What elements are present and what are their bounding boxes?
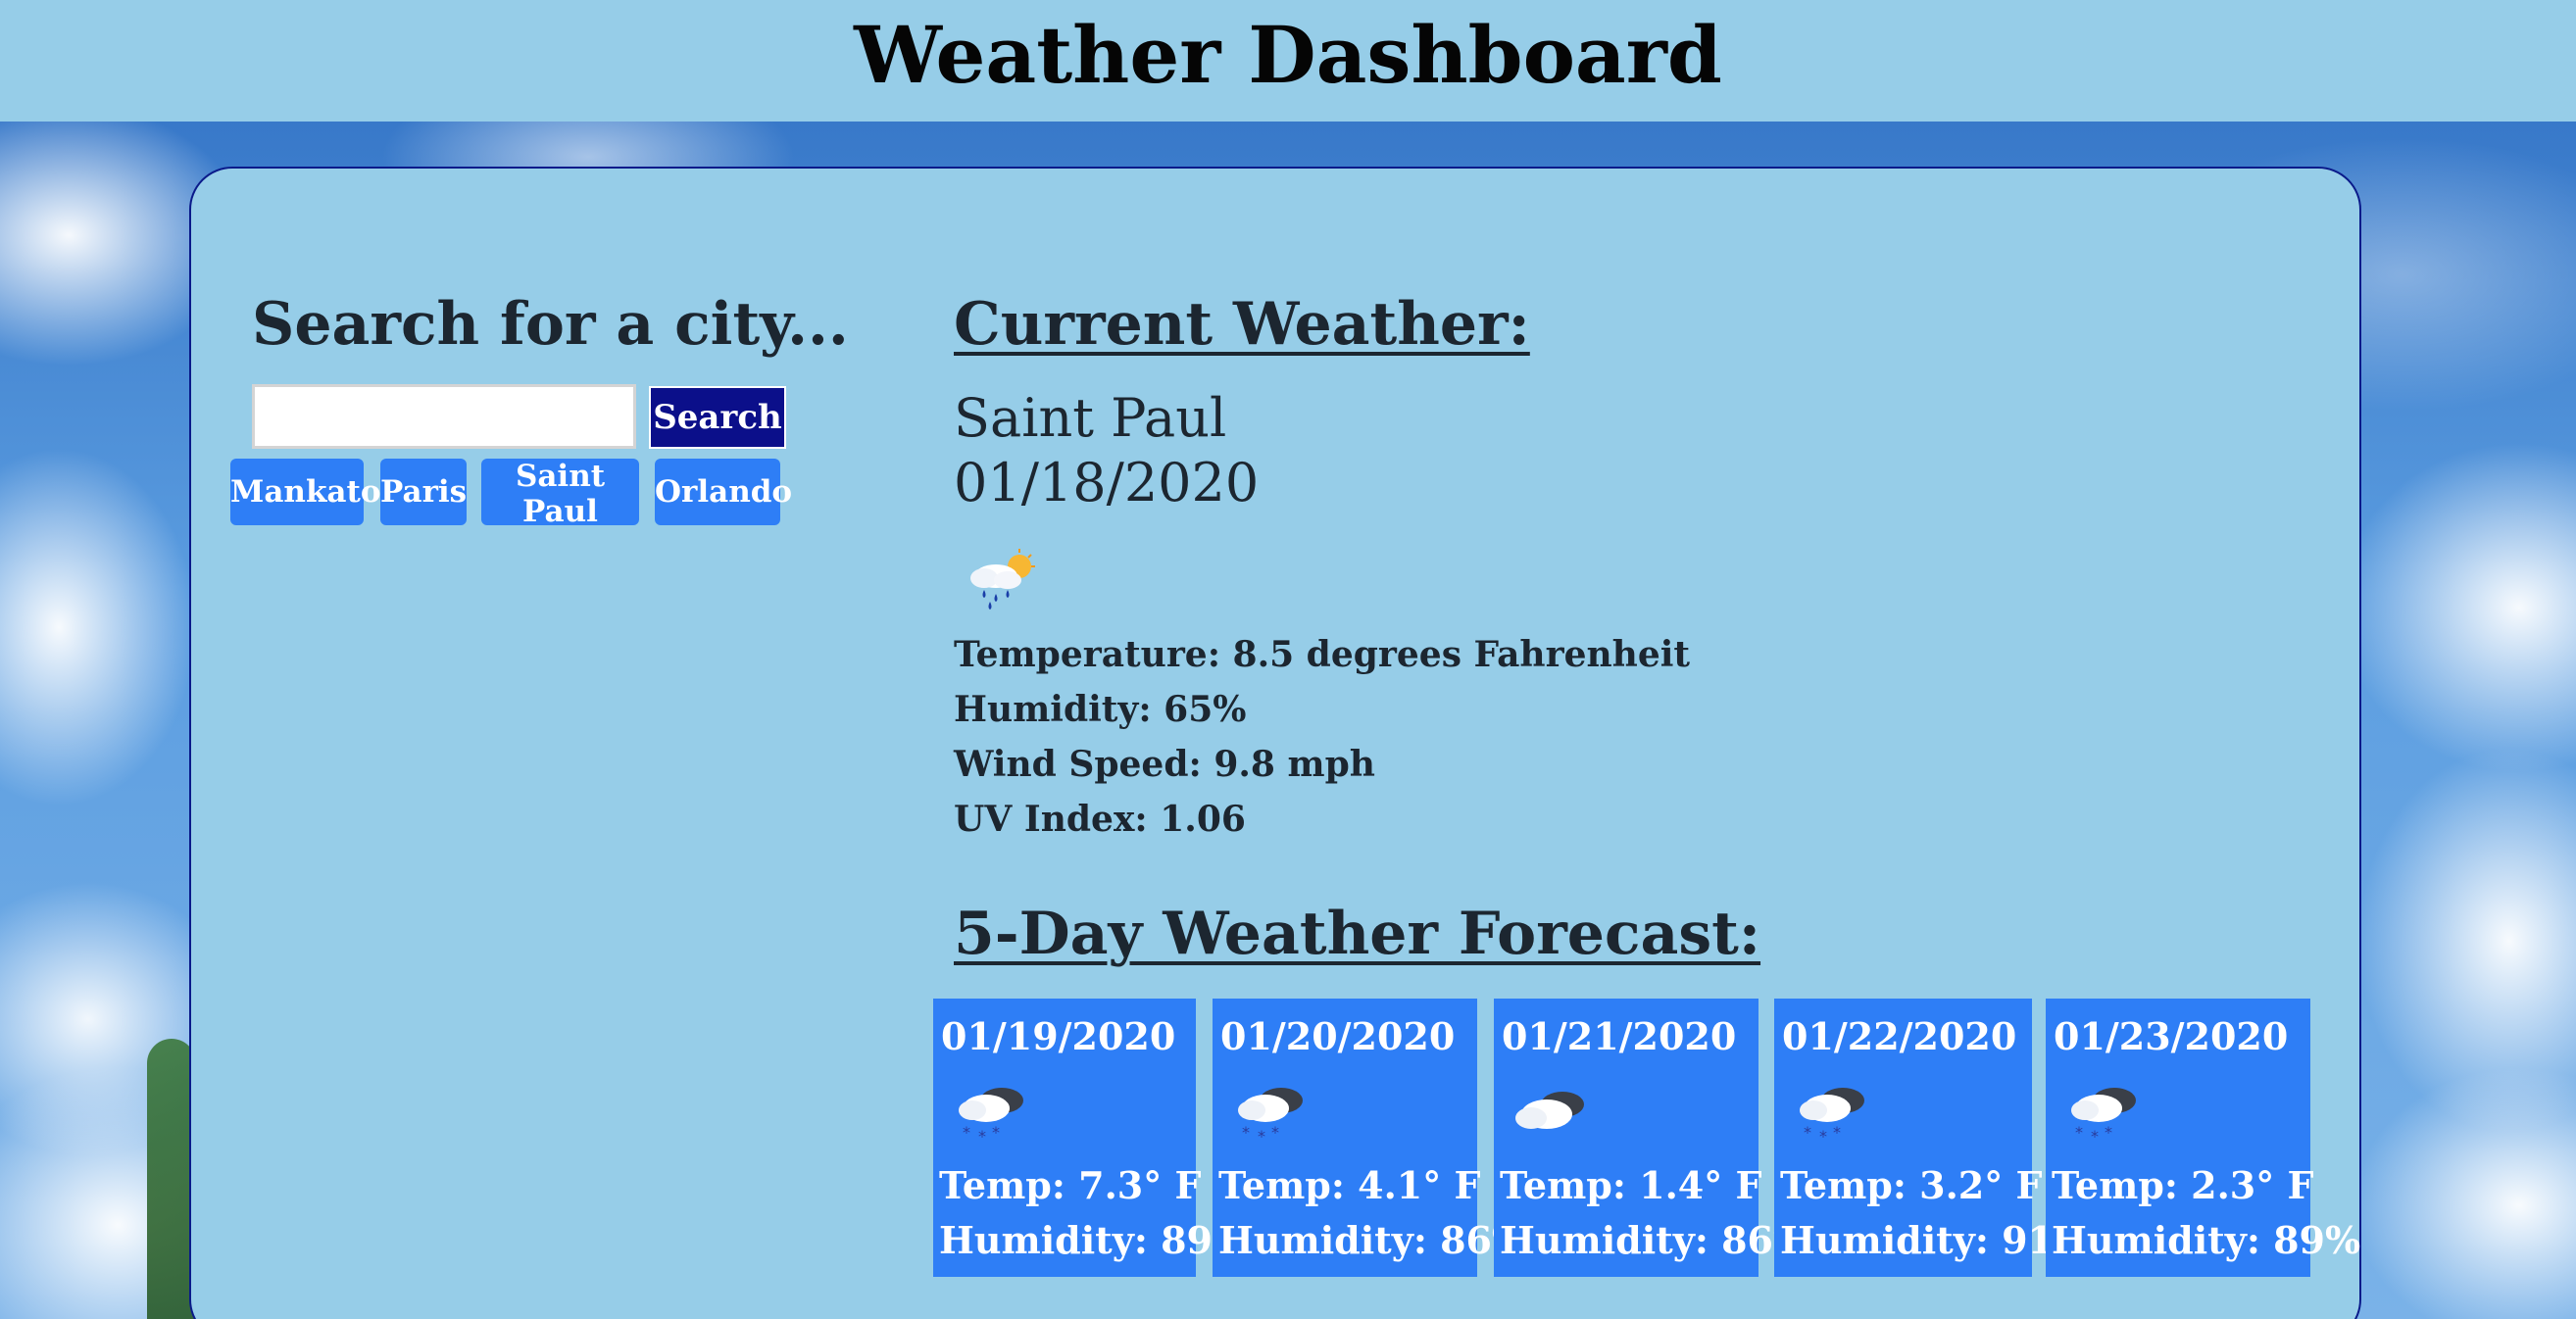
svg-text:*: * — [1819, 1127, 1827, 1146]
forecast-temp: Temp: 7.3° F — [939, 1163, 1202, 1207]
history-button-saint-paul[interactable]: Saint Paul — [481, 459, 639, 529]
svg-text:*: * — [2075, 1123, 2083, 1142]
current-temperature: Temperature: 8.5 degrees Fahrenheit — [954, 634, 1691, 675]
svg-text:*: * — [2091, 1127, 2099, 1146]
search-button[interactable]: Search — [649, 386, 786, 449]
forecast-temp: Temp: 1.4° F — [1500, 1163, 1762, 1207]
forecast-humidity: Humidity: 89% — [939, 1218, 1249, 1262]
current-humidity: Humidity: 65% — [954, 689, 1247, 730]
forecast-humidity: Humidity: 91% — [1780, 1218, 2090, 1262]
snow-cloud-icon: * * * — [959, 1088, 1023, 1146]
page-title: Weather Dashboard — [854, 9, 1722, 101]
history-button-paris[interactable]: Paris — [380, 459, 467, 525]
forecast-humidity: Humidity: 86% — [1218, 1218, 1528, 1262]
svg-text:*: * — [963, 1123, 970, 1142]
forecast-date: 01/20/2020 — [1220, 1014, 1456, 1058]
cloud-icon — [1515, 1092, 1584, 1129]
forecast-card: 01/21/2020 Temp: 1.4° F Humidity: 86% — [1494, 999, 1808, 1277]
history-button-orlando[interactable]: Orlando — [655, 459, 792, 525]
current-weather-heading: Current Weather: — [954, 290, 1530, 359]
forecast-date: 01/22/2020 — [1782, 1014, 2017, 1058]
svg-text:*: * — [2105, 1123, 2112, 1142]
svg-text:*: * — [1804, 1123, 1811, 1142]
forecast-card: 01/20/2020 * * * Temp: 4.1° F Humidity: 86… — [1213, 999, 1527, 1277]
svg-text:*: * — [1833, 1123, 1841, 1142]
snow-cloud-icon: * * * — [1238, 1088, 1303, 1146]
header-bar: Weather Dashboard — [0, 0, 2576, 122]
current-uv-index: UV Index: 1.06 — [954, 799, 1246, 840]
svg-text:*: * — [1258, 1127, 1265, 1146]
forecast-humidity: Humidity: 86% — [1500, 1218, 1809, 1262]
forecast-temp: Temp: 3.2° F — [1780, 1163, 2043, 1207]
forecast-card: 01/22/2020 * * * Temp: 3.2° F Humidity: 91… — [1774, 999, 2089, 1277]
forecast-date: 01/23/2020 — [2054, 1014, 2289, 1058]
current-wind-speed: Wind Speed: 9.8 mph — [954, 744, 1375, 785]
forecast-temp: Temp: 4.1° F — [1218, 1163, 1481, 1207]
forecast-temp: Temp: 2.3° F — [2052, 1163, 2314, 1207]
forecast-heading: 5-Day Weather Forecast: — [954, 900, 1761, 968]
forecast-card: 01/23/2020 * * * Temp: 2.3° F Humidity: 89… — [2046, 999, 2360, 1277]
current-date: 01/18/2020 — [954, 452, 1260, 513]
snow-cloud-icon: * * * — [1800, 1088, 1864, 1146]
forecast-humidity: Humidity: 89% — [2052, 1218, 2361, 1262]
search-heading: Search for a city... — [252, 290, 849, 359]
forecast-card: 01/19/2020 * * * Temp: 7.3° F Humidity: 89… — [933, 999, 1248, 1277]
forecast-date: 01/19/2020 — [941, 1014, 1176, 1058]
snow-cloud-icon: * * * — [2071, 1088, 2136, 1146]
svg-text:*: * — [1271, 1123, 1279, 1142]
search-input[interactable] — [252, 384, 636, 449]
svg-text:*: * — [992, 1123, 1000, 1142]
history-button-mankato[interactable]: Mankato — [230, 459, 381, 525]
svg-text:*: * — [978, 1127, 986, 1146]
current-city: Saint Paul — [954, 387, 1227, 449]
svg-text:*: * — [1242, 1123, 1250, 1142]
snow-rain-sun-icon — [970, 549, 1035, 610]
forecast-date: 01/21/2020 — [1502, 1014, 1737, 1058]
